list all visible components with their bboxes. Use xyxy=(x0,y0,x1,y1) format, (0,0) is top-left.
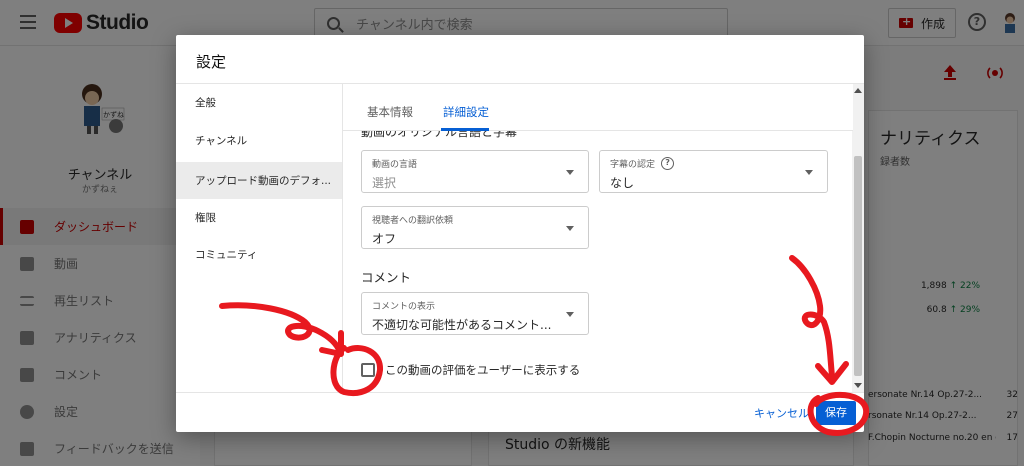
dialog-title: 設定 xyxy=(196,53,227,71)
chevron-down-icon xyxy=(805,170,813,175)
settings-nav-general[interactable]: 全般 xyxy=(176,84,342,121)
section-title-comments: コメント xyxy=(361,270,412,285)
scroll-up-icon[interactable] xyxy=(854,88,862,93)
help-icon[interactable]: ? xyxy=(661,157,675,170)
settings-nav-upload-defaults[interactable]: アップロード動画のデフォ... xyxy=(176,162,342,199)
settings-nav: 全般 チャンネル アップロード動画のデフォ... 権限 コミュニティ xyxy=(176,84,342,392)
tab-advanced[interactable]: 詳細設定 xyxy=(443,104,489,120)
tab-indicator xyxy=(441,128,489,131)
divider xyxy=(176,392,864,393)
scroll-thumb[interactable] xyxy=(854,156,862,376)
cancel-button[interactable]: キャンセル xyxy=(754,405,809,421)
chevron-down-icon xyxy=(566,170,574,175)
scrollbar[interactable] xyxy=(852,84,864,392)
field-value: 不適切な可能性があるコメント... xyxy=(372,318,552,332)
settings-nav-community[interactable]: コミュニティ xyxy=(176,236,342,273)
settings-nav-permissions[interactable]: 権限 xyxy=(176,199,342,236)
caption-certification-select[interactable]: 字幕の認定 ? なし xyxy=(599,150,828,193)
settings-panel: 基本情報 詳細設定 動画のオリジナル言語と字幕 動画の言語 選択 字幕の認定 ?… xyxy=(342,84,864,392)
field-label: 視聴者への翻訳依頼 xyxy=(372,216,454,226)
field-value: オフ xyxy=(372,232,397,246)
field-label: コメントの表示 xyxy=(372,302,436,312)
field-value: 選択 xyxy=(372,176,397,190)
tab-basic-info[interactable]: 基本情報 xyxy=(367,104,413,120)
field-label: 動画の言語 xyxy=(372,160,418,170)
field-label: 字幕の認定 xyxy=(610,160,656,170)
scroll-down-icon[interactable] xyxy=(854,383,862,388)
section-title-language: 動画のオリジナル言語と字幕 xyxy=(361,131,518,139)
tab-bar: 基本情報 詳細設定 xyxy=(343,84,853,131)
show-ratings-checkbox[interactable] xyxy=(361,363,375,377)
save-button[interactable]: 保存 xyxy=(816,401,856,425)
settings-dialog: 設定 全般 チャンネル アップロード動画のデフォ... 権限 コミュニティ 基本… xyxy=(176,35,864,432)
show-ratings-label[interactable]: この動画の評価をユーザーに表示する xyxy=(385,362,580,378)
comment-visibility-select[interactable]: コメントの表示 不適切な可能性があるコメント... xyxy=(361,292,589,335)
advanced-settings-content: 動画のオリジナル言語と字幕 動画の言語 選択 字幕の認定 ? なし 視聴者への翻… xyxy=(343,131,853,392)
translation-request-select[interactable]: 視聴者への翻訳依頼 オフ xyxy=(361,206,589,249)
video-language-select[interactable]: 動画の言語 選択 xyxy=(361,150,589,193)
field-value: なし xyxy=(610,176,635,190)
chevron-down-icon xyxy=(566,312,574,317)
chevron-down-icon xyxy=(566,226,574,231)
settings-nav-channel[interactable]: チャンネル xyxy=(176,122,342,159)
